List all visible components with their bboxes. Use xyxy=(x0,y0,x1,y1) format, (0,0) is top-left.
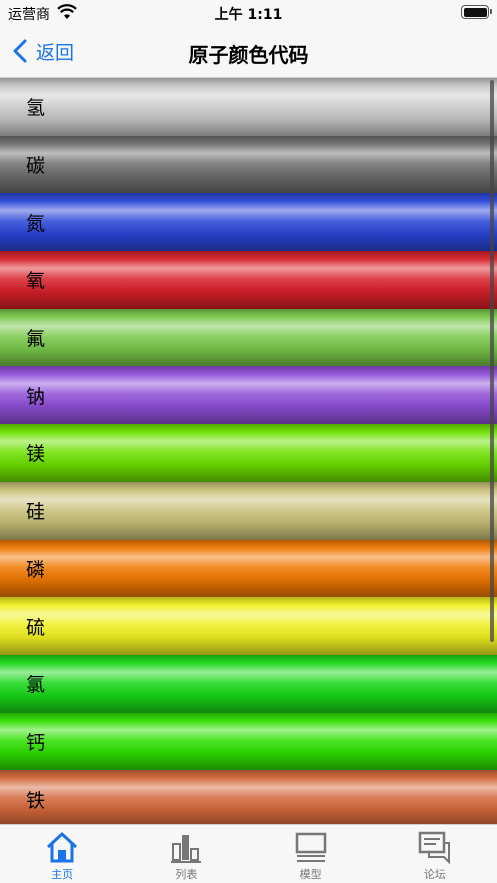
tab-label: 论坛 xyxy=(423,868,446,881)
element-name: 氯 xyxy=(26,674,46,697)
model-icon xyxy=(293,830,329,864)
element-name: 铁 xyxy=(26,789,46,812)
element-row[interactable]: 钠 xyxy=(0,366,497,425)
page-title: 原子颜色代码 xyxy=(188,43,309,67)
tab-label: 列表 xyxy=(175,868,198,881)
battery-icon xyxy=(461,5,492,19)
element-name: 磷 xyxy=(26,558,46,581)
tab-label: 主页 xyxy=(51,868,74,881)
element-name: 碳 xyxy=(26,155,46,178)
navigation-bar: 返回 原子颜色代码 xyxy=(0,26,497,78)
element-name: 镁 xyxy=(26,443,46,466)
status-time: 上午 1:11 xyxy=(214,7,283,23)
element-row[interactable]: 氢 xyxy=(0,78,497,136)
element-row[interactable]: 氟 xyxy=(0,308,497,367)
element-row[interactable]: 碳 xyxy=(0,135,497,194)
element-name: 硅 xyxy=(26,501,46,524)
tab-bar: 主页 列表 模型 论坛 xyxy=(0,824,497,883)
forum-icon xyxy=(417,830,453,865)
tab-model[interactable]: 模型 xyxy=(249,825,373,883)
home-icon xyxy=(44,830,80,864)
element-row[interactable]: 铁 xyxy=(0,770,497,824)
element-row[interactable]: 硅 xyxy=(0,481,497,540)
element-row[interactable]: 硫 xyxy=(0,597,497,655)
element-name: 钙 xyxy=(26,731,46,754)
element-row[interactable]: 镁 xyxy=(0,424,497,482)
tab-forum[interactable]: 论坛 xyxy=(373,825,497,883)
list-icon xyxy=(168,830,204,864)
element-name: 钠 xyxy=(26,385,46,408)
element-name: 氟 xyxy=(26,328,46,351)
element-row[interactable]: 氯 xyxy=(0,654,497,713)
status-bar: 运营商 上午 1:11 xyxy=(0,0,497,26)
element-name: 氮 xyxy=(26,212,46,235)
element-name: 硫 xyxy=(26,616,46,639)
element-color-list[interactable]: 氢碳氮氧氟钠镁硅磷硫氯钙铁 xyxy=(0,78,497,824)
element-row[interactable]: 钙 xyxy=(0,712,497,771)
element-name: 氧 xyxy=(26,270,46,293)
tab-home[interactable]: 主页 xyxy=(0,825,124,883)
tab-list[interactable]: 列表 xyxy=(124,825,248,883)
element-row[interactable]: 氮 xyxy=(0,193,497,252)
scroll-indicator xyxy=(490,80,494,642)
tab-label: 模型 xyxy=(299,868,322,881)
element-name: 氢 xyxy=(26,97,46,120)
element-row[interactable]: 磷 xyxy=(0,539,497,598)
element-row[interactable]: 氧 xyxy=(0,251,497,309)
